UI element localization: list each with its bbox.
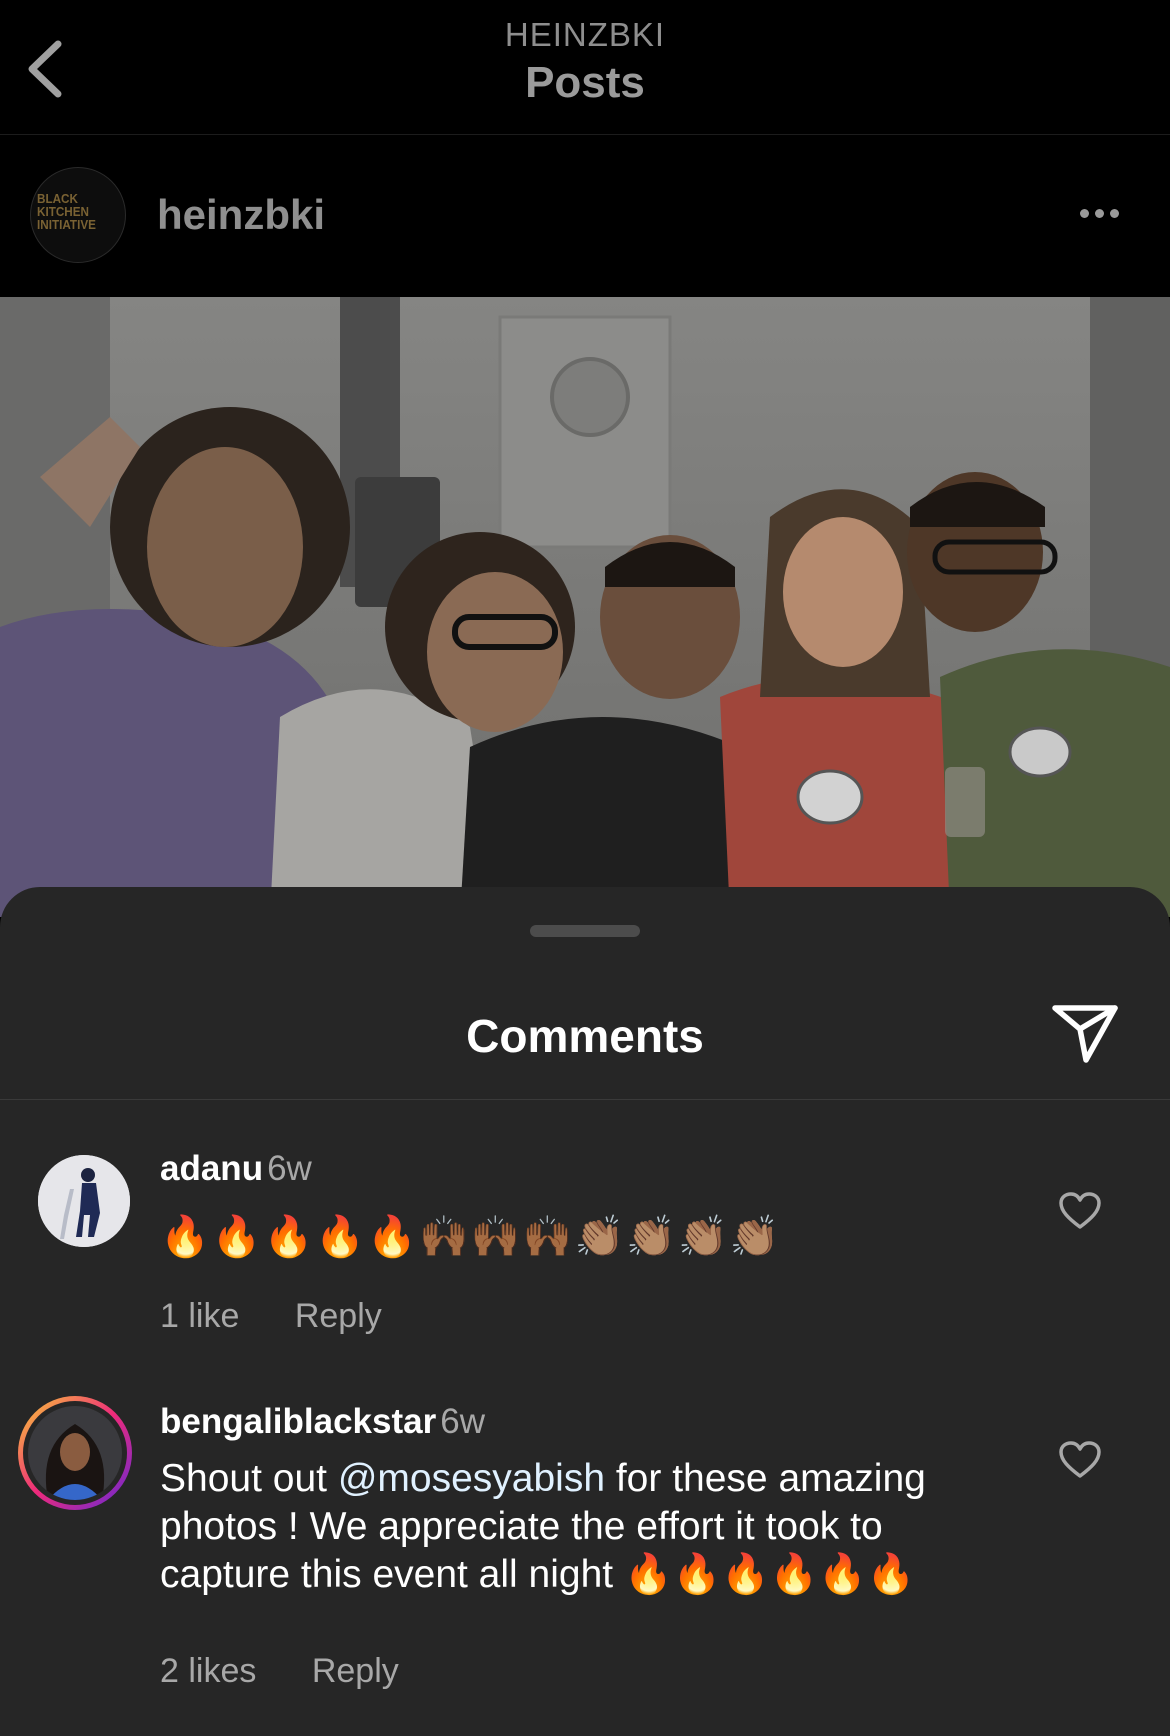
sheet-drag-handle[interactable] [530, 925, 640, 937]
comment-actions: 1 like Reply [160, 1297, 428, 1336]
group-photo-image [0, 297, 1170, 917]
heart-icon[interactable] [1058, 1440, 1102, 1480]
commenter-avatar-story-ring[interactable] [18, 1396, 132, 1510]
comment-text: Shout out @mosesyabish for these amazing… [160, 1457, 926, 1596]
comment-item: adanu 6w 🔥🔥🔥🔥🔥🙌🏾🙌🏾🙌🏾👏🏽👏🏽👏🏽👏🏽 1 like Reply [0, 1127, 1170, 1367]
comment-username[interactable]: bengaliblackstar 6w [160, 1402, 485, 1442]
brand-logo: BLACK KITCHEN INITIATIVE [37, 191, 96, 232]
comment-time: 6w [267, 1149, 312, 1188]
comment-likes-count[interactable]: 2 likes [160, 1652, 256, 1690]
comment-time: 6w [440, 1402, 485, 1441]
send-icon[interactable] [1050, 1002, 1120, 1066]
heart-icon[interactable] [1058, 1191, 1102, 1231]
commenter-avatar[interactable] [38, 1155, 130, 1247]
post-owner-avatar[interactable]: BLACK KITCHEN INITIATIVE [30, 167, 126, 263]
mention-link[interactable]: @mosesyabish [338, 1457, 605, 1500]
account-label: HEINZBKI [504, 16, 666, 53]
post-owner-username[interactable]: heinzbki [157, 191, 325, 239]
divider [0, 1099, 1170, 1100]
comments-title: Comments [466, 1010, 704, 1062]
post-photo[interactable] [0, 297, 1170, 917]
comment-item: bengaliblackstar 6w Shout out @mosesyabis… [0, 1382, 1170, 1736]
page-title: Posts [525, 58, 645, 107]
more-options-icon[interactable] [1080, 205, 1128, 225]
top-navigation-bar: HEINZBKI Posts [0, 0, 1170, 135]
reply-button[interactable]: Reply [295, 1297, 382, 1335]
comment-username[interactable]: adanu 6w [160, 1149, 312, 1189]
reply-button[interactable]: Reply [312, 1652, 399, 1690]
comment-actions: 2 likes Reply [160, 1652, 445, 1691]
comment-text: 🔥🔥🔥🔥🔥🙌🏾🙌🏾🙌🏾👏🏽👏🏽👏🏽👏🏽 [160, 1215, 782, 1259]
comment-likes-count[interactable]: 1 like [160, 1297, 239, 1335]
comments-sheet: Comments adanu 6w 🔥🔥🔥🔥🔥🙌🏾🙌🏾🙌🏾👏🏽👏🏽👏🏽👏🏽 1 l… [0, 887, 1170, 1736]
avatar-image [38, 1155, 130, 1247]
avatar-image [28, 1406, 122, 1500]
post-header: BLACK KITCHEN INITIATIVE heinzbki [0, 135, 1170, 297]
